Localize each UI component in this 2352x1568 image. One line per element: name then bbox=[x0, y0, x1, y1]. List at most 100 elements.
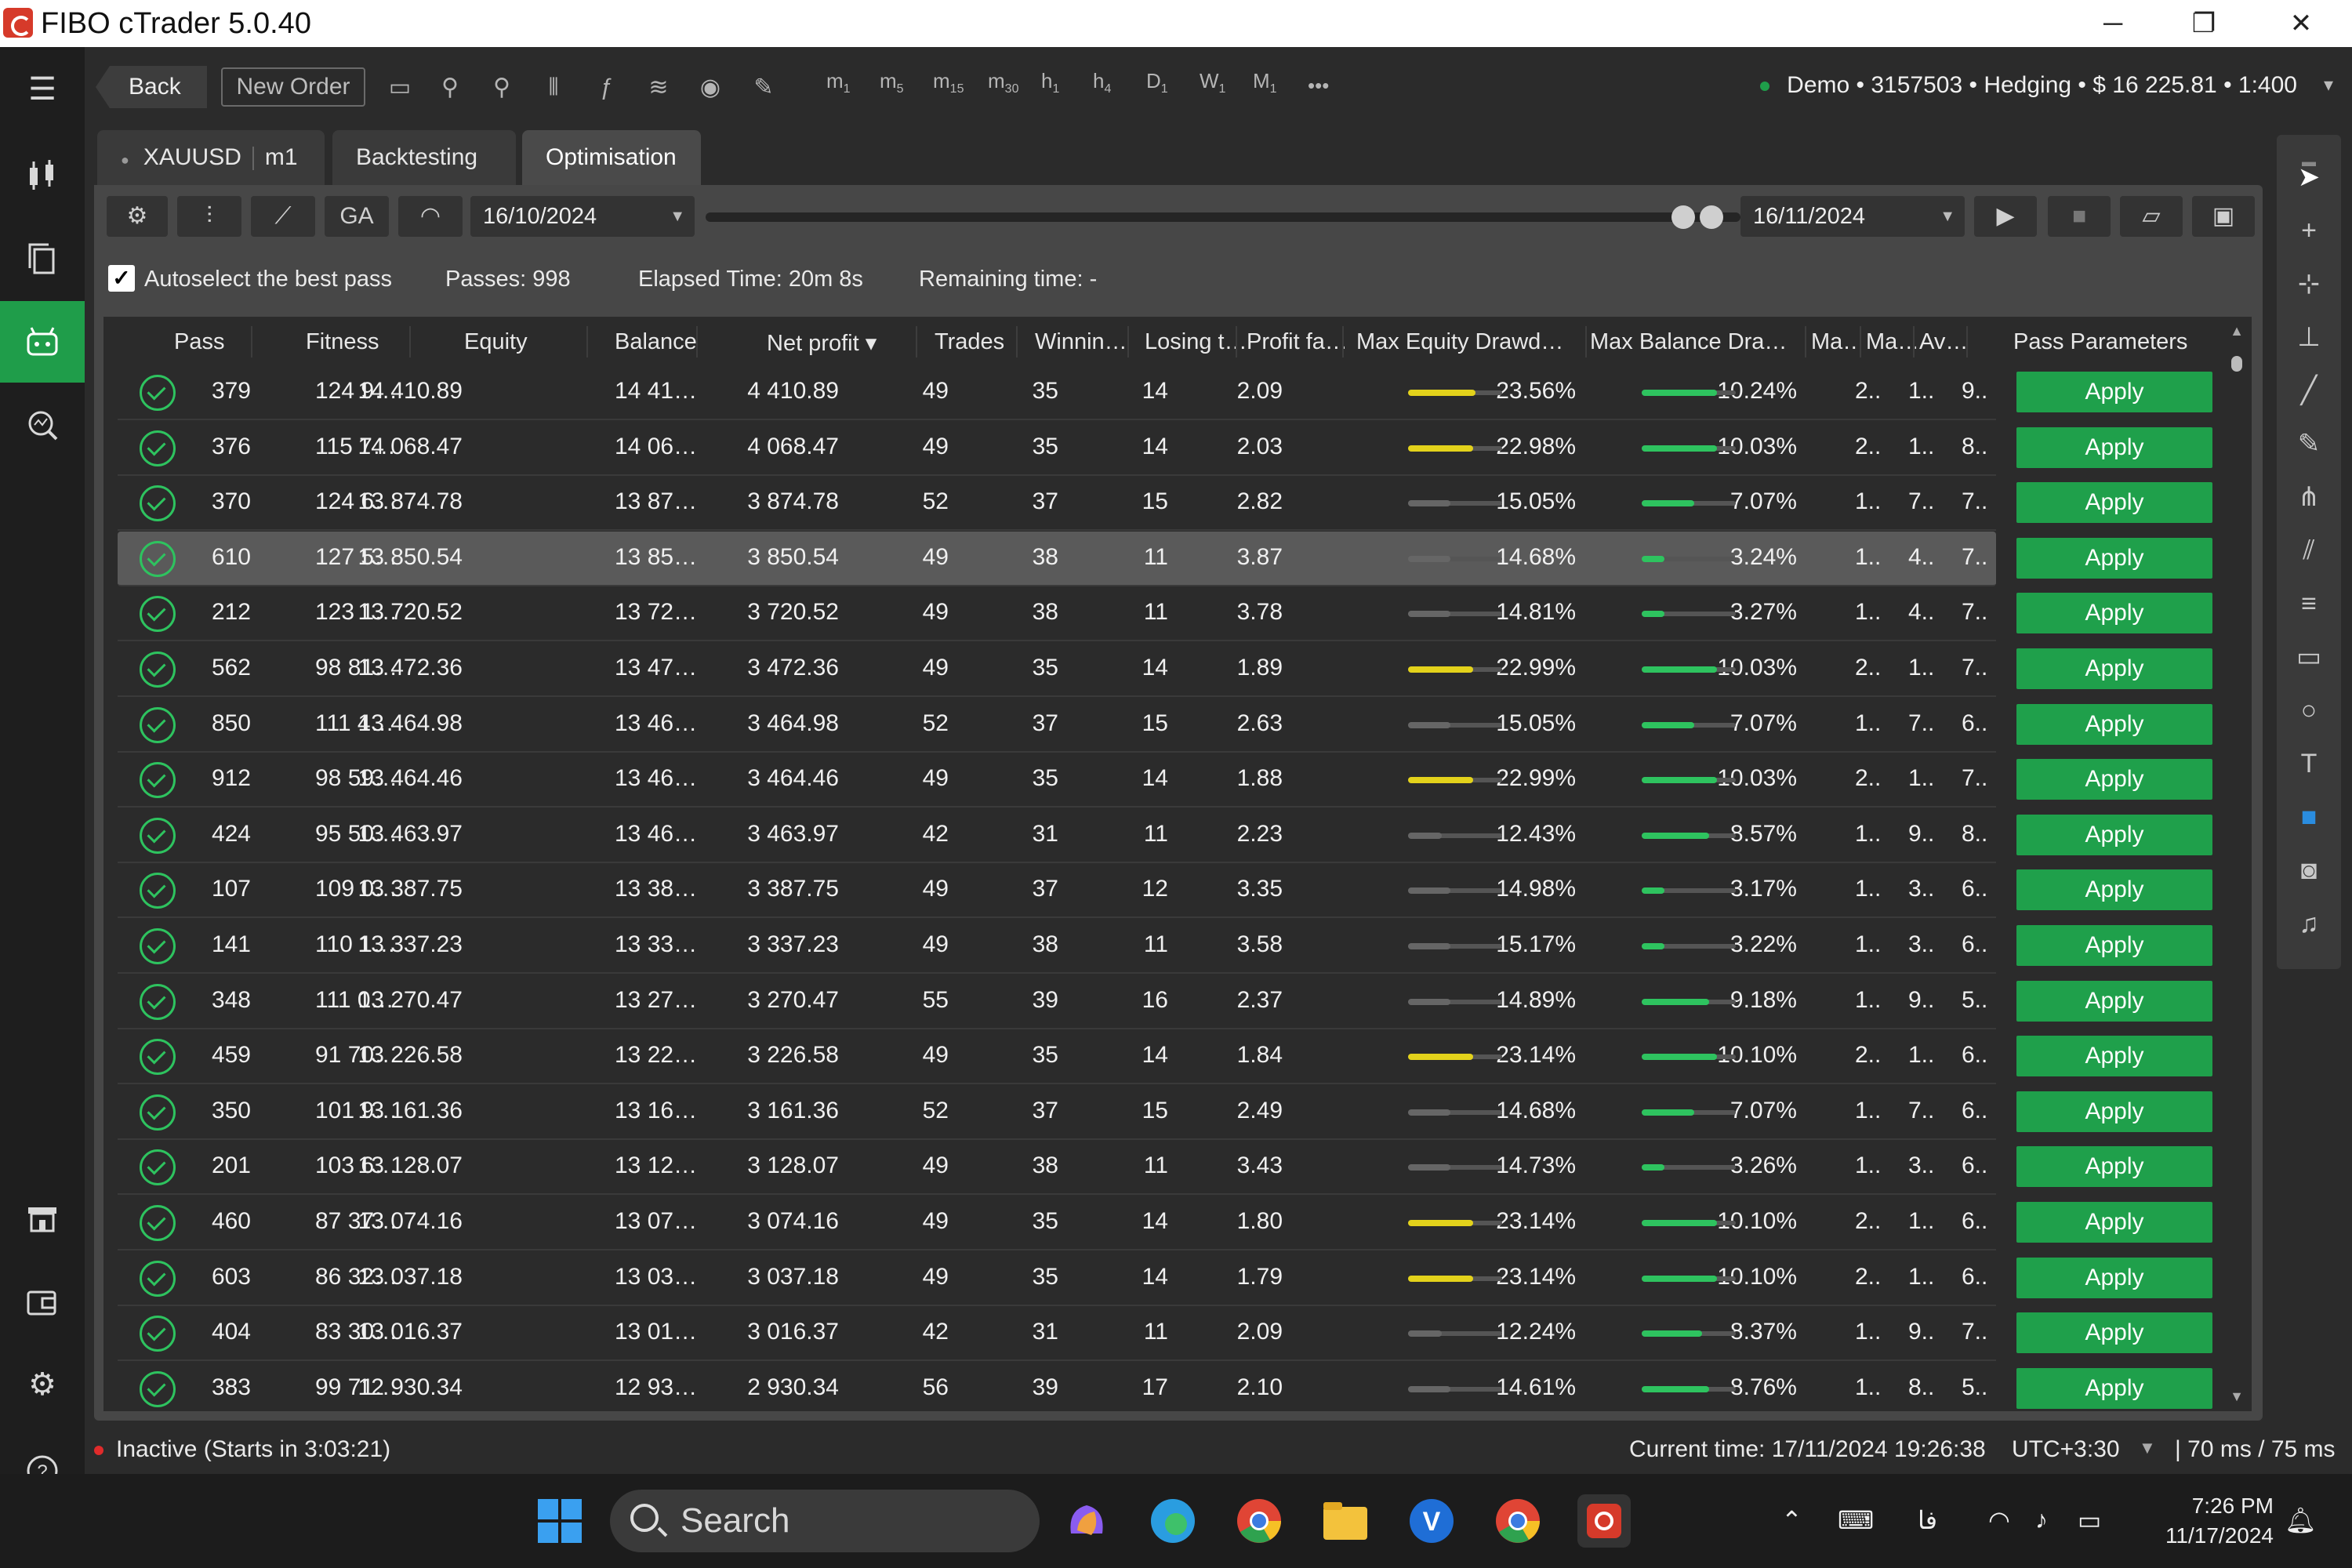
column-divider[interactable] bbox=[1016, 326, 1018, 358]
column-header[interactable]: Max Balance Dra… bbox=[1590, 329, 1802, 355]
volume-icon[interactable]: ♪ bbox=[2035, 1505, 2048, 1534]
taskbar-search[interactable]: Search bbox=[610, 1490, 1040, 1552]
apply-button[interactable]: Apply bbox=[2016, 372, 2212, 412]
file-explorer-icon[interactable] bbox=[1319, 1494, 1372, 1548]
column-divider[interactable] bbox=[586, 326, 588, 358]
apply-button[interactable]: Apply bbox=[2016, 426, 2212, 468]
table-row[interactable]: 212 123 1… 13 720.52 13 72… 3 720.52 49 38 11 3.… bbox=[118, 586, 1996, 642]
table-row[interactable]: 424 95 50… 13 463.97 13 46… 3 463.97 42 31 11 2.… bbox=[118, 808, 1996, 863]
table-row[interactable]: 348 111 0… 13 270.47 13 27… 3 270.47 55 39 16 2.… bbox=[118, 975, 1996, 1029]
table-row[interactable]: 460 87 37… 13 074.16 13 07… 3 074.16 49 35 14 1.… bbox=[118, 1196, 1996, 1250]
date-range-slider[interactable] bbox=[706, 212, 1740, 222]
timeframe-w1[interactable]: W1 bbox=[1200, 69, 1225, 96]
table-row[interactable]: 141 110 1… 13 337.23 13 33… 3 337.23 49 38 11 3.… bbox=[118, 919, 1996, 974]
analyze-search-icon[interactable] bbox=[0, 384, 85, 466]
table-row[interactable]: 350 101 9… 13 161.36 13 16… 3 161.36 52 37 15 2.… bbox=[118, 1085, 1996, 1140]
zoom-in-icon[interactable]: ⚲ bbox=[485, 71, 519, 105]
timeframe-m30[interactable]: m30 bbox=[988, 69, 1018, 96]
column-divider[interactable] bbox=[1236, 326, 1237, 358]
table-row[interactable]: 107 109 0… 13 387.75 13 38… 3 387.75 49 37 12 3.… bbox=[118, 863, 1996, 919]
ctrader-taskbar-icon[interactable] bbox=[1577, 1494, 1631, 1548]
timezone-dropdown-icon[interactable]: ▼ bbox=[2139, 1438, 2156, 1458]
table-row[interactable]: 850 111 4… 13 464.98 13 46… 3 464.98 52 37 15 2.… bbox=[118, 698, 1996, 753]
table-row[interactable]: 201 103 6… 13 128.07 13 12… 3 128.07 49 38 11 3.… bbox=[118, 1140, 1996, 1196]
color-square-icon[interactable]: ■ bbox=[2277, 790, 2341, 844]
system-clock[interactable]: 7:26 PM 11/17/2024 bbox=[2165, 1491, 2274, 1551]
table-row[interactable]: 370 124 6… 13 874.78 13 87… 3 874.78 52 37 15 2.… bbox=[118, 476, 1996, 532]
column-divider[interactable] bbox=[1585, 326, 1587, 358]
settings-icon[interactable]: ⚙ bbox=[107, 196, 168, 237]
apply-button[interactable]: Apply bbox=[2016, 537, 2212, 579]
copilot-icon[interactable] bbox=[1060, 1494, 1113, 1548]
andrews-pitchfork-icon[interactable]: ⋔ bbox=[2277, 470, 2341, 524]
trade-chart-icon[interactable] bbox=[0, 135, 85, 216]
column-header[interactable]: Ma… bbox=[1811, 329, 1861, 355]
table-row[interactable]: 562 98 81… 13 472.36 13 47… 3 472.36 49 35 14 1.… bbox=[118, 642, 1996, 697]
column-divider[interactable] bbox=[1966, 326, 1968, 358]
table-row[interactable]: 379 124 9… 14 410.89 14 41… 4 410.89 49 35 14 2.… bbox=[118, 365, 1996, 420]
account-dropdown-icon[interactable]: ▾ bbox=[2324, 74, 2333, 96]
column-header[interactable]: Av… bbox=[1919, 329, 1969, 355]
timeframe-h4[interactable]: h4 bbox=[1093, 69, 1111, 96]
channel-icon[interactable]: ⫽ bbox=[2277, 524, 2341, 577]
column-header[interactable]: Profit fa… bbox=[1247, 329, 1356, 355]
notification-bell-icon[interactable]: 🔔︎ bbox=[2285, 1505, 2317, 1535]
rectangle-icon[interactable]: ▭ bbox=[2277, 630, 2341, 684]
chrome-icon[interactable] bbox=[1232, 1494, 1286, 1548]
timeframe-mn1[interactable]: M1 bbox=[1253, 69, 1277, 96]
column-header[interactable]: Pass Parameters bbox=[2013, 329, 2217, 355]
column-header[interactable]: Ma… bbox=[1866, 329, 1916, 355]
timeframe-h1[interactable]: h1 bbox=[1041, 69, 1059, 96]
alert-bell-icon[interactable]: ♫ bbox=[2277, 897, 2341, 950]
eye-icon[interactable]: ◉ bbox=[693, 71, 728, 105]
language-indicator[interactable]: فا bbox=[1918, 1505, 1937, 1535]
column-header[interactable]: Equity bbox=[464, 329, 597, 355]
wallet-icon[interactable] bbox=[0, 1261, 85, 1342]
cursor-icon[interactable]: ➤ bbox=[2277, 151, 2341, 204]
windows-start-icon[interactable] bbox=[533, 1494, 586, 1548]
back-button[interactable]: Back bbox=[96, 66, 207, 108]
keyboard-icon[interactable]: ⌨ bbox=[1838, 1505, 1874, 1535]
column-divider[interactable] bbox=[1127, 326, 1129, 358]
fibonacci-icon[interactable]: ≡ bbox=[2277, 577, 2341, 630]
stop-button[interactable]: ■ bbox=[2048, 196, 2111, 237]
column-divider[interactable] bbox=[696, 326, 698, 358]
slider-end-handle[interactable] bbox=[1700, 205, 1723, 229]
apply-button[interactable]: Apply bbox=[2016, 1202, 2212, 1243]
apply-button[interactable]: Apply bbox=[2016, 814, 2212, 855]
column-divider[interactable] bbox=[1805, 326, 1806, 358]
ga-button[interactable]: GA bbox=[325, 196, 389, 237]
apply-button[interactable]: Apply bbox=[2016, 648, 2212, 689]
store-icon[interactable] bbox=[0, 1178, 85, 1259]
save-icon[interactable]: ▣ bbox=[2192, 196, 2255, 237]
autoselect-checkbox[interactable]: ✓ bbox=[108, 265, 135, 292]
table-row[interactable]: 603 86 32… 13 037.18 13 03… 3 037.18 49 35 14 1.… bbox=[118, 1251, 1996, 1306]
table-row[interactable]: 376 115 7… 14 068.47 14 06… 4 068.47 49 35 14 2.… bbox=[118, 421, 1996, 476]
apply-button[interactable]: Apply bbox=[2016, 980, 2212, 1022]
crosshair-icon[interactable]: + bbox=[2277, 204, 2341, 257]
play-button[interactable]: ▶ bbox=[1974, 196, 2037, 237]
column-divider[interactable] bbox=[916, 326, 917, 358]
apply-button[interactable]: Apply bbox=[2016, 1367, 2212, 1409]
indicators-icon[interactable]: ƒ bbox=[590, 71, 624, 105]
scroll-up-icon[interactable]: ▲ bbox=[2228, 323, 2245, 339]
chart-settings-icon[interactable]: ✎ bbox=[746, 71, 781, 105]
column-header[interactable]: Winnin… bbox=[1035, 329, 1137, 355]
column-header[interactable]: Max Equity Drawd… bbox=[1356, 329, 1584, 355]
column-header[interactable]: Losing t… bbox=[1145, 329, 1247, 355]
column-divider[interactable] bbox=[251, 326, 252, 358]
column-divider[interactable] bbox=[1913, 326, 1915, 358]
apply-button[interactable]: Apply bbox=[2016, 869, 2212, 911]
pen-icon[interactable]: ✎ bbox=[2277, 417, 2341, 470]
speed-gauge-icon[interactable]: ◠ bbox=[398, 196, 463, 237]
column-header[interactable]: Trades bbox=[935, 329, 1013, 355]
tray-overflow-icon[interactable]: ⌃ bbox=[1781, 1505, 1802, 1535]
horizontal-line-icon[interactable]: ⊥ bbox=[2277, 310, 2341, 364]
table-row[interactable]: 912 98 59… 13 464.46 13 46… 3 464.46 49 35 14 1.… bbox=[118, 753, 1996, 808]
settings-gear-icon[interactable]: ⚙ bbox=[0, 1344, 85, 1425]
tab-xauusd[interactable]: ● XAUUSD m1 bbox=[97, 130, 325, 185]
column-divider[interactable] bbox=[1342, 326, 1344, 358]
apply-button[interactable]: Apply bbox=[2016, 1257, 2212, 1298]
apply-button[interactable]: Apply bbox=[2016, 925, 2212, 966]
ellipse-icon[interactable]: ○ bbox=[2277, 684, 2341, 737]
